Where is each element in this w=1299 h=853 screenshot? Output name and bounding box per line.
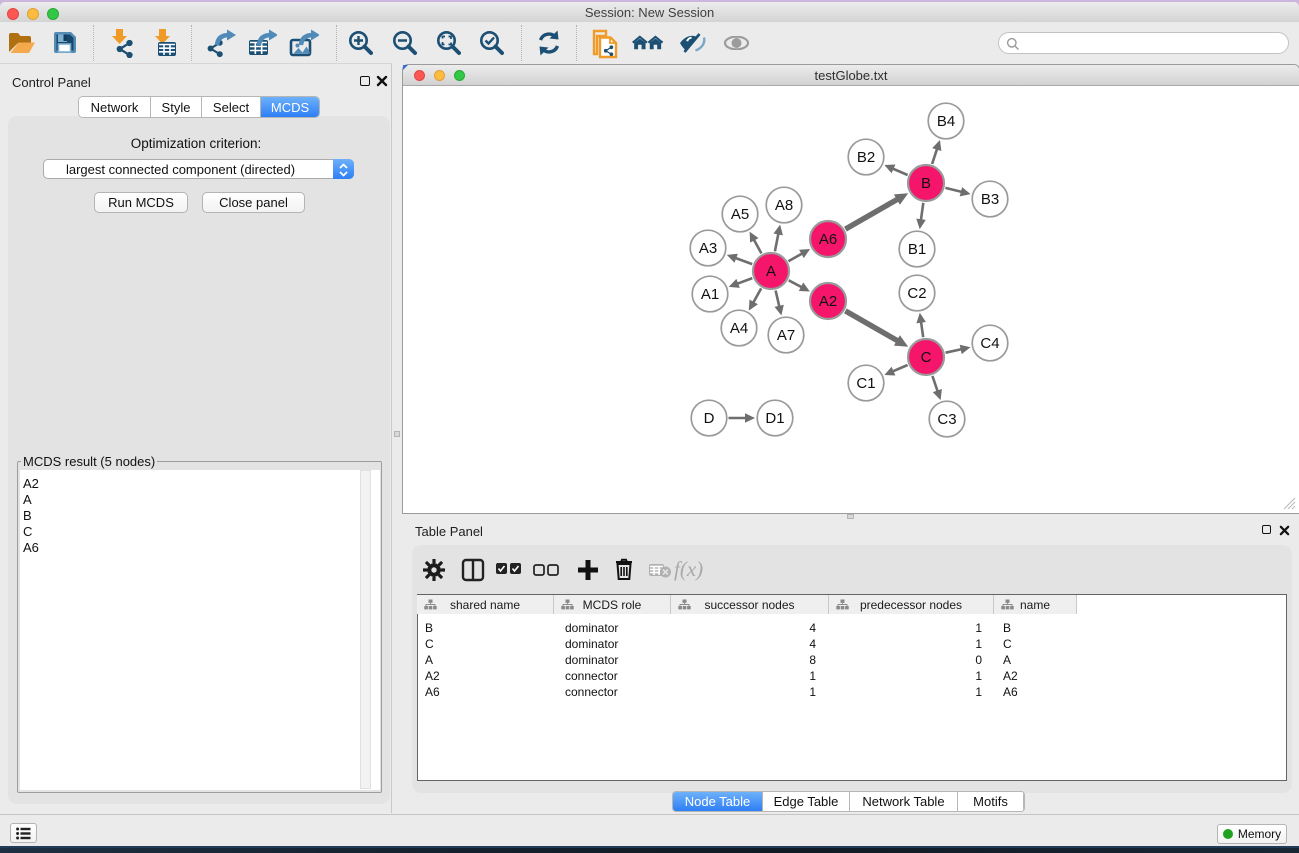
svg-text:C2: C2	[907, 285, 926, 302]
svg-text:A6: A6	[819, 231, 837, 248]
svg-text:C4: C4	[980, 335, 999, 352]
svg-text:B4: B4	[937, 113, 955, 130]
svg-text:A2: A2	[819, 293, 837, 310]
svg-text:C3: C3	[937, 411, 956, 428]
svg-text:A8: A8	[775, 197, 793, 214]
svg-text:A: A	[766, 263, 776, 280]
svg-text:D1: D1	[765, 410, 784, 427]
svg-text:A1: A1	[701, 286, 719, 303]
svg-text:D: D	[704, 410, 715, 427]
svg-text:B2: B2	[857, 149, 875, 166]
svg-text:B: B	[921, 175, 931, 192]
svg-text:A7: A7	[777, 327, 795, 344]
svg-text:B1: B1	[908, 241, 926, 258]
svg-text:A3: A3	[699, 240, 717, 257]
svg-text:C1: C1	[856, 375, 875, 392]
svg-text:B3: B3	[981, 191, 999, 208]
svg-text:C: C	[921, 349, 932, 366]
svg-text:A4: A4	[730, 320, 748, 337]
svg-text:A5: A5	[731, 206, 749, 223]
